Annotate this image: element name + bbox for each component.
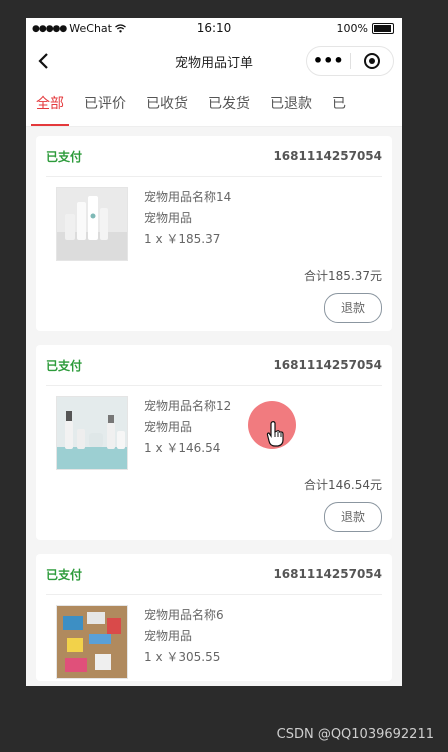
refund-button[interactable]: 退款 — [324, 293, 382, 323]
order-number: 1681114257054 — [273, 358, 382, 372]
nav-bar: 宠物用品订单 ••• — [26, 40, 402, 82]
tab-received[interactable]: 已收货 — [136, 82, 198, 126]
tab-all[interactable]: 全部 — [26, 82, 74, 126]
product-category: 宠物用品 — [144, 211, 193, 225]
order-header: 已支付 1681114257054 — [46, 554, 382, 595]
order-item[interactable]: 宠物用品名称14 宠物用品 1 x ￥185.37 — [46, 177, 382, 263]
product-image[interactable] — [56, 605, 128, 679]
product-info: 宠物用品名称6 宠物用品 1 x ￥305.55 — [144, 605, 224, 681]
miniprogram-capsule: ••• — [306, 46, 394, 76]
status-bar: ●●●●● WeChat 16:10 100% — [26, 18, 402, 40]
product-image[interactable] — [56, 187, 128, 261]
order-total: 合计185.37元 — [304, 269, 382, 283]
battery-label: 100% — [336, 22, 368, 35]
product-info: 宠物用品名称12 宠物用品 1 x ￥146.54 — [144, 396, 231, 472]
order-tabs: 全部 已评价 已收货 已发货 已退款 已 — [26, 82, 402, 127]
order-number: 1681114257054 — [273, 149, 382, 163]
product-category: 宠物用品 — [144, 420, 193, 434]
order-list: 已支付 1681114257054 宠物用品名称14 宠物用品 1 x ￥185… — [26, 127, 402, 681]
order-number: 1681114257054 — [273, 567, 382, 581]
battery-icon — [372, 23, 394, 34]
order-total: 合计146.54元 — [304, 478, 382, 492]
more-menu-icon[interactable]: ••• — [307, 47, 350, 75]
product-qty-price: 1 x ￥185.37 — [144, 232, 221, 246]
order-card: 已支付 1681114257054 宠物用品名称14 宠物用品 1 x ￥185… — [36, 136, 392, 331]
product-qty-price: 1 x ￥305.55 — [144, 650, 221, 664]
product-name: 宠物用品名称12 — [144, 399, 232, 413]
order-item[interactable]: 宠物用品名称12 宠物用品 1 x ￥146.54 — [46, 386, 382, 472]
product-name: 宠物用品名称14 — [144, 190, 232, 204]
close-miniprogram-icon[interactable] — [351, 52, 394, 70]
order-footer: 合计146.54元 退款 — [46, 472, 382, 540]
product-name: 宠物用品名称6 — [144, 608, 224, 622]
refund-button[interactable]: 退款 — [324, 502, 382, 532]
product-info: 宠物用品名称14 宠物用品 1 x ￥185.37 — [144, 187, 231, 263]
product-qty-price: 1 x ￥146.54 — [144, 441, 221, 455]
order-status: 已支付 — [46, 567, 83, 582]
tab-more[interactable]: 已 — [322, 82, 356, 126]
order-header: 已支付 1681114257054 — [46, 345, 382, 386]
product-category: 宠物用品 — [144, 629, 193, 643]
tab-refunded[interactable]: 已退款 — [260, 82, 322, 126]
order-card: 已支付 1681114257054 — [36, 554, 392, 681]
watermark: CSDN @QQ1039692211 — [276, 727, 434, 742]
phone-screen: ●●●●● WeChat 16:10 100% 宠物用品订单 ••• 全部 已评… — [26, 18, 402, 686]
order-status: 已支付 — [46, 149, 83, 164]
order-header: 已支付 1681114257054 — [46, 136, 382, 177]
order-footer: 合计185.37元 退款 — [46, 263, 382, 331]
order-status: 已支付 — [46, 358, 83, 373]
tab-shipped[interactable]: 已发货 — [198, 82, 260, 126]
tab-reviewed[interactable]: 已评价 — [74, 82, 136, 126]
product-image[interactable] — [56, 396, 128, 470]
hand-cursor-icon — [266, 421, 284, 447]
order-item[interactable]: 宠物用品名称6 宠物用品 1 x ￥305.55 — [46, 595, 382, 681]
order-card: 已支付 1681114257054 — [36, 345, 392, 540]
battery-status: 100% — [337, 22, 394, 35]
